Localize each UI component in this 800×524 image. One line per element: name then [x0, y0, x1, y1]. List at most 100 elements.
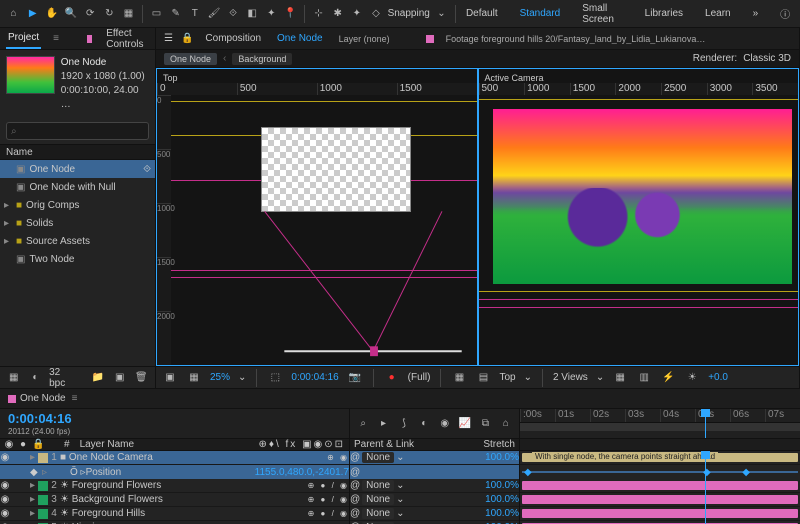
project-item[interactable]: ▣Two Node	[0, 250, 155, 268]
bpc-icon[interactable]: ◐	[28, 370, 44, 386]
guides-icon[interactable]: ▤	[475, 370, 491, 386]
comp-mini-icon[interactable]: ▸	[376, 415, 390, 431]
views-chevron-icon[interactable]: ⌄	[596, 372, 604, 383]
comp-crumb-label[interactable]: Composition	[201, 31, 265, 46]
layer-bar[interactable]	[522, 509, 798, 518]
ws-default[interactable]: Default	[462, 6, 502, 21]
camera-tool-icon[interactable]: ▦	[121, 6, 136, 22]
new-folder-icon[interactable]: 📁	[90, 370, 106, 386]
pen-tool-icon[interactable]: ✎	[168, 6, 183, 22]
pickwhip-icon[interactable]: @	[350, 508, 360, 519]
zoom-tool-icon[interactable]: 🔍	[63, 6, 78, 22]
stretch-value[interactable]: 100.0%	[485, 480, 519, 491]
timeline-tab[interactable]: One Node	[20, 393, 66, 404]
bpc-label[interactable]: 32 bpc	[49, 367, 78, 389]
pickwhip-icon[interactable]: @	[350, 467, 360, 478]
fast-preview-icon[interactable]: ⚡	[660, 370, 676, 386]
shy-icon[interactable]: ⟆	[397, 415, 411, 431]
new-comp-icon[interactable]: ▣	[112, 370, 128, 386]
axis-world-icon[interactable]: ✱	[330, 6, 345, 22]
rotate-tool-icon[interactable]: ↻	[102, 6, 117, 22]
pickwhip-icon[interactable]: @	[350, 494, 360, 505]
comp-bounds[interactable]	[261, 127, 411, 212]
visibility-icon[interactable]: ◉	[0, 508, 10, 519]
zoom-value[interactable]: 25%	[210, 372, 230, 383]
axis-view-icon[interactable]: ✦	[349, 6, 364, 22]
stretch-value[interactable]: 100.0%	[485, 452, 519, 463]
motion-blur-icon[interactable]: ◉	[438, 415, 452, 431]
ws-small[interactable]: Small Screen	[578, 1, 626, 27]
res-pulldown-icon[interactable]: ⬚	[267, 370, 283, 386]
renderer-value[interactable]: Classic 3D	[743, 53, 791, 64]
time-ruler[interactable]: :00s01s02s03s04s05s06s07s	[520, 409, 800, 423]
grid-icon[interactable]: ▦	[451, 370, 467, 386]
subtab-background[interactable]: Background	[232, 53, 292, 65]
project-item[interactable]: ▸■Solids	[0, 214, 155, 232]
pickwhip-icon[interactable]: @	[350, 480, 360, 491]
selection-tool-icon[interactable]: ▶	[25, 6, 40, 22]
ws-learn[interactable]: Learn	[701, 6, 735, 21]
zoom-chevron-icon[interactable]: ⌄	[238, 372, 246, 383]
stretch-value[interactable]: 100.0%	[485, 494, 519, 505]
layer-row[interactable]: ◉▸2☀ Foreground Flowers⊕ ● / ◉	[0, 479, 349, 493]
viewer[interactable]: Top 050010001500 0500100015002000	[156, 68, 799, 366]
parent-dropdown[interactable]: None	[362, 508, 394, 519]
playhead-body[interactable]	[705, 451, 706, 524]
project-search[interactable]: ⌕	[6, 122, 149, 140]
solo-icon[interactable]: ☰	[164, 33, 173, 44]
pickwhip-icon[interactable]: @	[350, 452, 360, 463]
interpret-icon[interactable]: ▦	[6, 370, 22, 386]
type-tool-icon[interactable]: T	[187, 6, 202, 22]
lock-icon[interactable]: 🔒	[181, 33, 193, 44]
parent-dropdown[interactable]: None	[362, 480, 394, 491]
project-item[interactable]: ▸■Source Assets	[0, 232, 155, 250]
parent-chevron-icon[interactable]: ⌄	[396, 480, 404, 491]
layer-row[interactable]: ◉▸1■ One Node Camera⊕ ◉	[0, 451, 349, 465]
ws-overflow-icon[interactable]: »	[749, 6, 763, 21]
parent-dropdown[interactable]: None	[362, 494, 394, 505]
frame-blend-icon[interactable]: ◐	[417, 415, 431, 431]
layer-marker[interactable]: With single node, the camera points stra…	[532, 452, 718, 461]
search-help-icon[interactable]: ⓘ	[776, 4, 794, 23]
prop-value[interactable]: 1155.0,480.0,-2401.7	[255, 467, 349, 478]
col-parent[interactable]: Parent & Link	[354, 439, 414, 450]
shape-tool-icon[interactable]: ▭	[149, 6, 164, 22]
axis-local-icon[interactable]: ⊹	[311, 6, 326, 22]
exposure-icon[interactable]: ☀	[684, 370, 700, 386]
channel-icon[interactable]: ●	[384, 370, 400, 386]
current-timecode[interactable]: 0:00:04:16	[8, 411, 72, 426]
col-stretch[interactable]: Stretch	[483, 439, 515, 450]
visibility-icon[interactable]: ◉	[0, 494, 10, 505]
transparency-icon[interactable]: ▦	[186, 370, 202, 386]
draft3d-icon[interactable]: ⧉	[478, 415, 492, 431]
vf-time[interactable]: 0:00:04:16	[291, 372, 338, 383]
roto-tool-icon[interactable]: ✦	[264, 6, 279, 22]
project-item[interactable]: ▣One Node⟐	[0, 160, 155, 178]
trash-icon[interactable]: 🗑	[133, 370, 149, 386]
layer-bar[interactable]	[522, 481, 798, 490]
parent-chevron-icon[interactable]: ⌄	[396, 452, 404, 463]
view-select[interactable]: Top	[499, 372, 515, 383]
work-area[interactable]	[520, 423, 800, 431]
exposure-value[interactable]: +0.0	[708, 372, 728, 383]
comp-crumb-name[interactable]: One Node	[273, 31, 327, 46]
puppet-tool-icon[interactable]: 📍	[283, 6, 298, 22]
layer-row[interactable]: ◉▸4☀ Foreground Hills⊕ ● / ◉	[0, 507, 349, 521]
project-item[interactable]: ▣One Node with Null	[0, 178, 155, 196]
col-name[interactable]: Name	[6, 147, 33, 158]
subtab-onenode[interactable]: One Node	[164, 53, 217, 65]
snapshot-icon[interactable]: 📷	[347, 370, 363, 386]
orbit-tool-icon[interactable]: ⟳	[83, 6, 98, 22]
snap-chevron-icon[interactable]: ⌄	[434, 6, 449, 22]
home-icon[interactable]: ⌂	[6, 6, 21, 22]
search-input[interactable]	[17, 126, 149, 137]
parent-chevron-icon[interactable]: ⌄	[396, 508, 404, 519]
visibility-icon[interactable]: ◉	[0, 452, 10, 463]
eraser-tool-icon[interactable]: ◧	[245, 6, 260, 22]
clone-tool-icon[interactable]: ⟐	[226, 6, 241, 22]
tab-effect-controls[interactable]: Effect Controls	[104, 24, 155, 54]
snapping-label[interactable]: Snapping	[388, 8, 430, 19]
layer-none[interactable]: Layer (none)	[339, 34, 390, 44]
graph-icon[interactable]: 📈	[458, 415, 472, 431]
viewer-left[interactable]: Top 050010001500 0500100015002000	[157, 69, 477, 365]
